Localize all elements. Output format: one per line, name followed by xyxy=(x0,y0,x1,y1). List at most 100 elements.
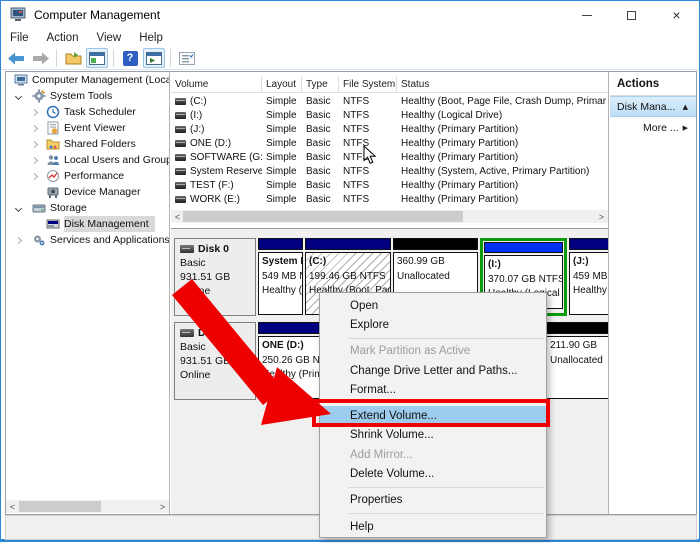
volume-layout: Simple xyxy=(262,164,302,178)
volume-fs: NTFS xyxy=(339,122,397,136)
chevron-expanded-icon[interactable] xyxy=(15,92,22,99)
volume-icon xyxy=(175,126,186,133)
tree-item-storage[interactable]: Storage xyxy=(6,200,169,216)
column-type[interactable]: Type xyxy=(302,76,339,93)
menu-item-explore[interactable]: Explore xyxy=(320,315,546,334)
menu-file[interactable]: File xyxy=(1,30,38,46)
volume-row[interactable]: (C:) Simple Basic NTFS Healthy (Boot, Pa… xyxy=(171,94,609,108)
tree-item-computer-management[interactable]: Computer Management (Local xyxy=(6,72,169,88)
menu-item-delete-volume[interactable]: Delete Volume... xyxy=(320,464,546,483)
volume-row[interactable]: System Reserved Simple Basic NTFS Health… xyxy=(171,164,609,178)
column-volume[interactable]: Volume xyxy=(171,76,262,93)
column-file-system[interactable]: File System xyxy=(339,76,397,93)
close-button[interactable]: × xyxy=(654,1,699,29)
column-status[interactable]: Status xyxy=(397,76,608,93)
menu-item-properties[interactable]: Properties xyxy=(320,491,546,510)
volume-icon xyxy=(175,98,186,105)
show-console-window-icon[interactable] xyxy=(143,48,165,68)
tree-item-shared-folders[interactable]: Shared Folders xyxy=(6,136,169,152)
disk-status: Online xyxy=(180,284,250,298)
menu-separator xyxy=(348,338,544,339)
volume-status: Healthy (Primary Partition) xyxy=(397,122,609,136)
volume-icon xyxy=(175,154,186,161)
maximize-button[interactable] xyxy=(609,1,654,29)
scrollbar-thumb[interactable] xyxy=(183,211,463,222)
tree-item-local-users-and-groups[interactable]: Local Users and Groups xyxy=(6,152,169,168)
disk0-label[interactable]: Disk 0 Basic 931.51 GB Online xyxy=(174,238,256,316)
help-icon[interactable]: ? xyxy=(119,48,141,68)
disk-icon xyxy=(180,329,194,337)
tree-horizontal-scrollbar[interactable]: < > xyxy=(6,500,169,513)
shared-folders-icon xyxy=(46,137,60,151)
menu-item-shrink-volume[interactable]: Shrink Volume... xyxy=(320,426,546,445)
volume-icon xyxy=(175,196,186,203)
menu-item-format[interactable]: Format... xyxy=(320,380,546,399)
action-label: More ... xyxy=(636,122,683,134)
annotation-highlight-box xyxy=(312,399,550,427)
partition-size: 199.46 GB NTFS xyxy=(309,270,387,285)
scroll-left-icon[interactable]: < xyxy=(6,500,19,513)
disk-type: Basic xyxy=(180,256,250,270)
export-list-icon[interactable] xyxy=(62,48,84,68)
partition-unallocated-disk1[interactable]: 211.90 GB Unallocated xyxy=(546,322,609,400)
scrollbar-thumb[interactable] xyxy=(19,501,101,512)
disk-name: Disk 1 xyxy=(198,326,229,340)
tree-item-performance[interactable]: Performance xyxy=(6,168,169,184)
menu-item-help[interactable]: Help xyxy=(320,517,546,536)
volume-name: (J:) xyxy=(190,124,204,135)
volume-row[interactable]: WORK (E:) Simple Basic NTFS Healthy (Pri… xyxy=(171,192,609,206)
menu-view[interactable]: View xyxy=(88,30,131,46)
volume-status: Healthy (Primary Partition) xyxy=(397,178,609,192)
volume-table-header: Volume Layout Type File System Status xyxy=(171,76,609,93)
minimize-button[interactable] xyxy=(564,1,609,29)
volume-row[interactable]: ONE (D:) Simple Basic NTFS Healthy (Prim… xyxy=(171,136,609,150)
volume-row[interactable]: TEST (F:) Simple Basic NTFS Healthy (Pri… xyxy=(171,178,609,192)
partition-color-bar xyxy=(393,238,478,250)
partition-name: (I:) xyxy=(488,258,559,273)
expand-arrow-icon[interactable]: ▶ xyxy=(683,124,696,132)
collapse-arrow-icon[interactable]: ▲ xyxy=(683,103,696,111)
tree-item-services-and-applications[interactable]: Services and Applications xyxy=(6,232,169,248)
tree-item-disk-management[interactable]: Disk Management xyxy=(6,216,169,232)
chevron-collapsed-icon[interactable] xyxy=(31,108,38,115)
chevron-collapsed-icon[interactable] xyxy=(31,156,38,163)
partition-system-reserved[interactable]: System Reserved 549 MB NTFS Healthy (Sys… xyxy=(258,238,303,316)
volume-name: (C:) xyxy=(190,96,207,107)
system-tools-icon xyxy=(32,89,46,103)
console-window-icon[interactable] xyxy=(86,48,108,68)
volume-row[interactable]: SOFTWARE (G:) Simple Basic NTFS Healthy … xyxy=(171,150,609,164)
forward-arrow-icon[interactable] xyxy=(29,48,51,68)
tree-item-task-scheduler[interactable]: Task Scheduler xyxy=(6,104,169,120)
tree-item-label: Disk Management xyxy=(64,218,149,230)
volume-row[interactable]: (J:) Simple Basic NTFS Healthy (Primary … xyxy=(171,122,609,136)
tree-item-system-tools[interactable]: System Tools xyxy=(6,88,169,104)
action-more[interactable]: More ... ▶ xyxy=(610,117,696,138)
scroll-right-icon[interactable]: > xyxy=(595,210,608,223)
menu-item-open[interactable]: Open xyxy=(320,296,546,315)
partition-j[interactable]: (J:) 459 MB NTFS Healthy (Primary Partit… xyxy=(569,238,609,316)
chevron-collapsed-icon[interactable] xyxy=(31,172,38,179)
chevron-expanded-icon[interactable] xyxy=(15,204,22,211)
actions-pane: Actions Disk Mana... ▲ More ... ▶ xyxy=(610,72,696,514)
menu-item-change-drive-letter[interactable]: Change Drive Letter and Paths... xyxy=(320,361,546,380)
chevron-collapsed-icon[interactable] xyxy=(31,140,38,147)
scroll-right-icon[interactable]: > xyxy=(156,500,169,513)
volume-list-horizontal-scrollbar[interactable]: < > xyxy=(171,210,608,223)
chevron-collapsed-icon[interactable] xyxy=(31,124,38,131)
chevron-collapsed-icon[interactable] xyxy=(15,236,22,243)
volume-status: Healthy (System, Active, Primary Partiti… xyxy=(397,164,609,178)
menu-action[interactable]: Action xyxy=(38,30,88,46)
back-arrow-icon[interactable] xyxy=(5,48,27,68)
action-disk-management[interactable]: Disk Mana... ▲ xyxy=(610,96,696,117)
menu-help[interactable]: Help xyxy=(130,30,172,46)
disk1-label[interactable]: Disk 1 Basic 931.51 GB Online xyxy=(174,322,256,400)
tree-item-event-viewer[interactable]: Event Viewer xyxy=(6,120,169,136)
disk-status: Online xyxy=(180,368,250,382)
menu-bar: File Action View Help xyxy=(1,29,699,47)
volume-row[interactable]: (I:) Simple Basic NTFS Healthy (Logical … xyxy=(171,108,609,122)
tree-item-device-manager[interactable]: Device Manager xyxy=(6,184,169,200)
computer-icon xyxy=(14,73,28,87)
tree-item-label: Performance xyxy=(64,170,124,182)
column-layout[interactable]: Layout xyxy=(262,76,302,93)
properties-icon[interactable] xyxy=(176,48,198,68)
